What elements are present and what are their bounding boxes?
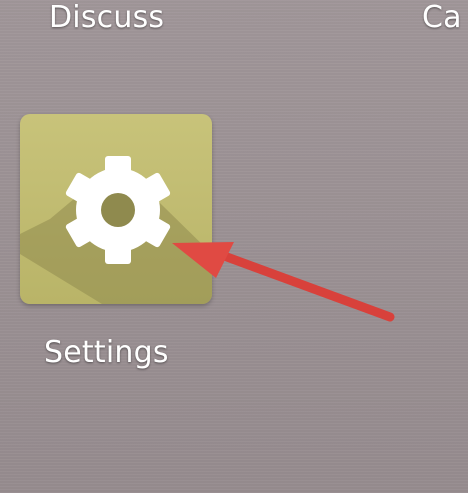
settings-tile-graphic [20,114,212,304]
arrow-shaft [203,245,395,322]
app-label-discuss[interactable]: Discuss [49,0,164,36]
settings-app-tile[interactable] [20,114,212,304]
app-label-calendar[interactable]: Ca [422,0,462,36]
app-label-settings[interactable]: Settings [44,335,169,371]
